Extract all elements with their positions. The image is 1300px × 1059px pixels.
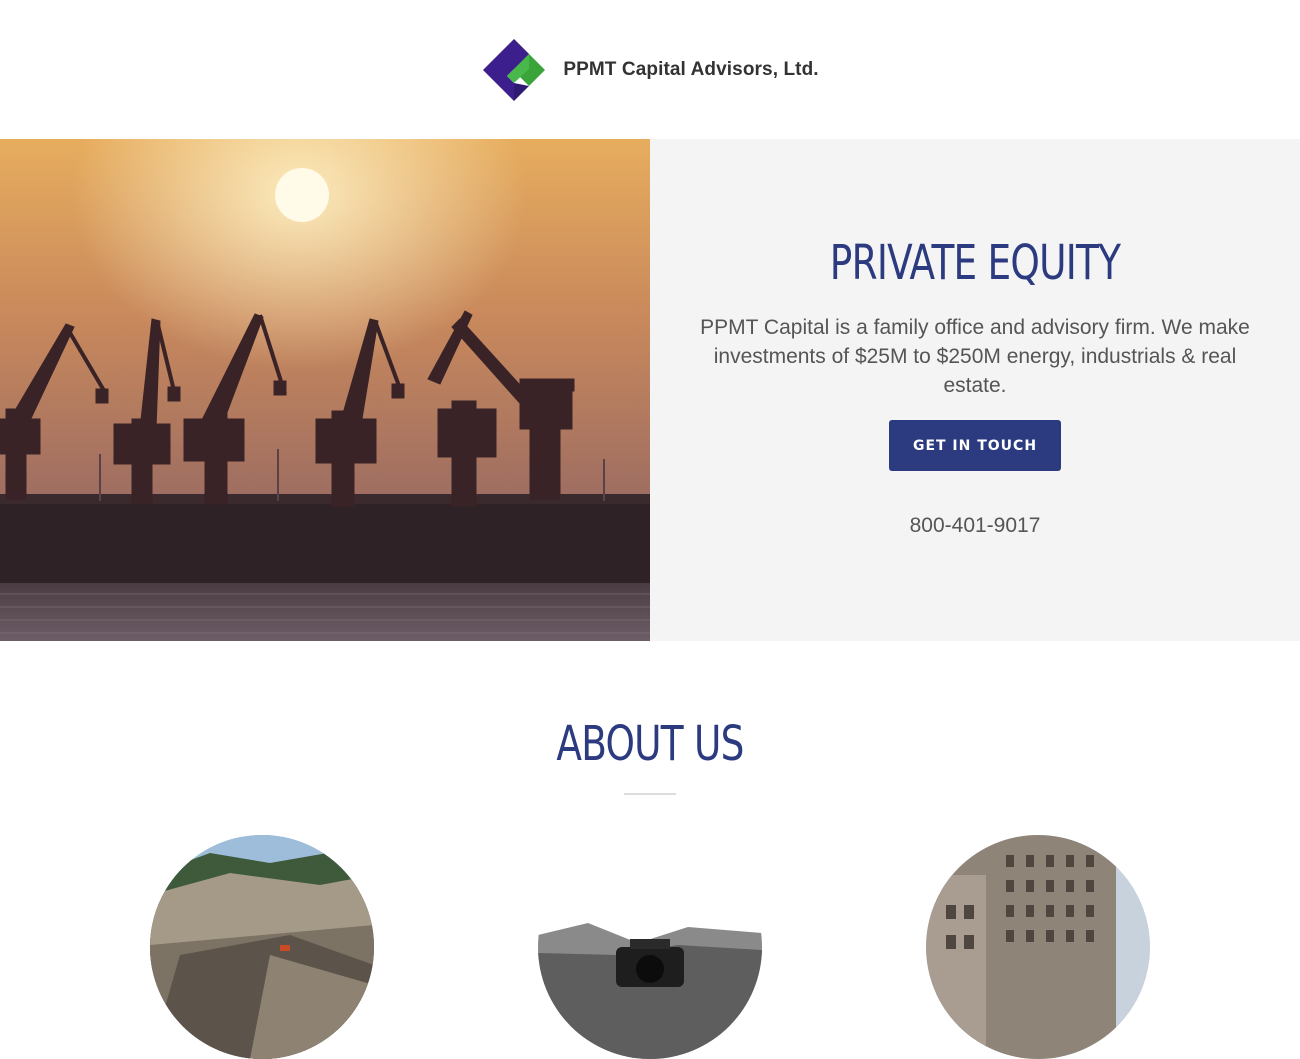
about-us-heading: ABOUT US (556, 716, 744, 772)
get-in-touch-button[interactable]: GET IN TOUCH (889, 420, 1061, 471)
site-header: PPMT Capital Advisors, Ltd. (0, 0, 1300, 139)
company-logo-icon (483, 38, 546, 101)
hero-title: PRIVATE EQUITY (829, 235, 1121, 291)
about-image-camera (538, 835, 762, 1059)
section-divider (624, 793, 676, 795)
about-image-building (926, 835, 1150, 1059)
brand-name: PPMT Capital Advisors, Ltd. (563, 58, 819, 80)
hero-content-panel: PRIVATE EQUITY PPMT Capital is a family … (650, 139, 1300, 641)
hero-description: PPMT Capital is a family office and advi… (700, 316, 1250, 397)
hero-photo-cranes (0, 139, 650, 641)
phone-number-link[interactable]: 800-401-9017 (650, 514, 1300, 538)
hero-section: PRIVATE EQUITY PPMT Capital is a family … (0, 139, 1300, 641)
brand-logo-link[interactable]: PPMT Capital Advisors, Ltd. (481, 37, 819, 103)
about-image-quarry (150, 835, 374, 1059)
